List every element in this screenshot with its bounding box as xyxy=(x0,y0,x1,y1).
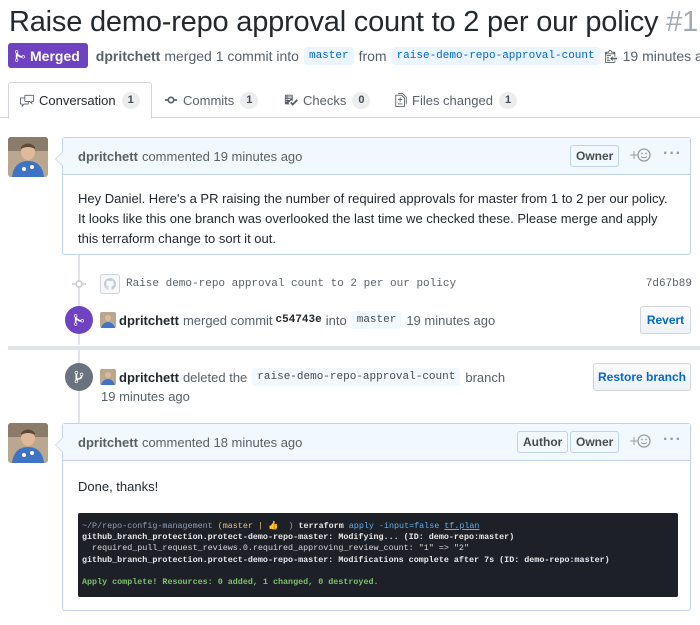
pr-title-text: Raise demo-repo approval count to 2 per … xyxy=(9,6,659,38)
comment-author[interactable]: dpritchett xyxy=(78,149,138,164)
tab-files-changed-count: 1 xyxy=(498,91,518,109)
delete-event-author[interactable]: dpritchett xyxy=(119,370,179,385)
merge-event-author[interactable]: dpritchett xyxy=(119,313,179,328)
merged-badge-label: Merged xyxy=(30,47,80,64)
avatar[interactable] xyxy=(100,312,116,328)
timeline-divider xyxy=(8,346,700,350)
owner-label: Owner xyxy=(570,431,620,453)
comment-header: dpritchett commented 18 minutes ago Auth… xyxy=(63,424,690,461)
git-commit-icon xyxy=(164,96,178,104)
avatar[interactable] xyxy=(8,423,48,463)
add-reaction-icon[interactable]: + xyxy=(629,148,653,162)
delete-event: dpritchett deleted the raise-demo-repo-a… xyxy=(100,368,505,386)
comment-body: Hey Daniel. Here's a PR raising the numb… xyxy=(78,191,668,246)
avatar[interactable] xyxy=(8,137,48,177)
comment-author[interactable]: dpritchett xyxy=(78,435,138,450)
terminal-branch: (master | xyxy=(217,521,263,531)
git-merge-icon xyxy=(15,49,25,62)
owner-label: Owner xyxy=(570,145,620,167)
commit-message-link[interactable]: Raise demo-repo approval count to 2 per … xyxy=(126,278,456,290)
deleted-branch-name: raise-demo-repo-approval-count xyxy=(252,368,461,386)
comment-card: dpritchett commented 18 minutes ago Auth… xyxy=(55,423,691,611)
merged-badge: Merged xyxy=(8,43,88,68)
merge-event-badge xyxy=(65,306,93,334)
terminal-prompt-rest: 👍 ) xyxy=(267,521,294,531)
delete-event-text: deleted the xyxy=(182,369,248,385)
revert-button[interactable]: Revert xyxy=(640,306,691,334)
pr-time: 19 minutes ago xyxy=(622,47,700,64)
tab-commits-label: Commits xyxy=(183,92,235,108)
terminal-line-4: github_branch_protection.protect-demo-re… xyxy=(82,554,610,565)
tab-conversation-count: 1 xyxy=(121,92,140,109)
commit-row: Raise demo-repo approval count to 2 per … xyxy=(72,270,700,298)
more-options-icon[interactable]: ··· xyxy=(663,431,682,449)
avatar[interactable] xyxy=(100,369,116,385)
terminal-line-3: required_pull_request_reviews.0.required… xyxy=(82,543,469,554)
comment-discussion-icon xyxy=(20,94,34,107)
merge-event: dpritchett merged commit c54743e into ma… xyxy=(100,311,495,329)
git-branch-icon xyxy=(74,370,84,384)
head-branch[interactable]: raise-demo-repo-approval-count xyxy=(391,46,600,65)
merge-event-time[interactable]: 19 minutes ago xyxy=(406,313,495,328)
comment-timestamp[interactable]: commented 19 minutes ago xyxy=(142,149,302,164)
tab-conversation[interactable]: Conversation 1 xyxy=(8,82,152,119)
terminal-path: ~/P/repo-config-management xyxy=(82,521,213,531)
comment-arrow xyxy=(55,151,63,167)
comment-body: Done, thanks! ~/P/repo-config-management… xyxy=(63,461,690,611)
terminal-command: terraform xyxy=(298,521,344,531)
restore-branch-button[interactable]: Restore branch xyxy=(593,363,691,391)
terminal-file: tf.plan xyxy=(444,521,480,531)
delete-event-time[interactable]: 19 minutes ago xyxy=(101,389,190,404)
pr-title: Raise demo-repo approval count to 2 per … xyxy=(9,2,698,42)
terminal-screenshot: ~/P/repo-config-management (master | 👍 )… xyxy=(78,513,678,597)
pr-meta: Merged dpritchett merged 1 commit into m… xyxy=(8,43,700,68)
delete-event-suffix: branch xyxy=(465,369,506,385)
merge-event-into: into xyxy=(325,312,347,328)
merge-text: merged 1 commit into xyxy=(164,47,299,64)
add-reaction-icon[interactable]: + xyxy=(629,434,653,448)
more-options-icon[interactable]: ··· xyxy=(663,145,682,163)
tab-commits-count: 1 xyxy=(240,91,259,109)
clipboard-icon[interactable] xyxy=(604,49,617,63)
pr-author-link[interactable]: dpritchett xyxy=(96,48,161,64)
github-avatar-icon[interactable] xyxy=(100,274,120,294)
comment-timestamp[interactable]: commented 18 minutes ago xyxy=(142,435,302,450)
file-diff-icon xyxy=(395,93,407,107)
merge-commit-sha[interactable]: c54743e xyxy=(276,314,322,326)
pr-number: #1 xyxy=(666,6,699,38)
tab-checks[interactable]: Checks 0 xyxy=(284,82,371,118)
git-commit-icon xyxy=(72,279,86,289)
comment-header: dpritchett commented 19 minutes ago Owne… xyxy=(63,138,690,175)
git-merge-icon xyxy=(74,314,84,326)
terminal-args: apply -input=false xyxy=(348,521,440,531)
tab-files-changed[interactable]: Files changed 1 xyxy=(395,82,518,118)
tab-files-changed-label: Files changed xyxy=(412,92,493,108)
checklist-icon xyxy=(284,94,298,106)
terminal-line-2: github_branch_protection.protect-demo-re… xyxy=(82,532,515,543)
delete-event-badge xyxy=(65,363,93,391)
tab-commits[interactable]: Commits 1 xyxy=(164,82,259,118)
merge-target-branch[interactable]: master xyxy=(351,311,402,329)
merge-event-text: merged commit xyxy=(182,312,273,328)
pr-tabs: Conversation 1 Commits 1 Checks 0 Files … xyxy=(0,82,700,119)
tab-conversation-label: Conversation xyxy=(39,93,116,108)
from-text: from xyxy=(358,47,387,64)
author-label: Author xyxy=(517,431,569,453)
tab-checks-count: 0 xyxy=(352,91,371,109)
comment-text: Done, thanks! xyxy=(78,479,159,494)
base-branch[interactable]: master xyxy=(303,46,354,65)
terminal-line-5: Apply complete! Resources: 0 added, 1 ch… xyxy=(82,577,379,588)
tab-checks-label: Checks xyxy=(303,92,347,108)
comment-card: dpritchett commented 19 minutes ago Owne… xyxy=(55,137,691,255)
comment-arrow xyxy=(55,437,63,453)
commit-sha-link[interactable]: 7d67b89 xyxy=(646,278,692,290)
